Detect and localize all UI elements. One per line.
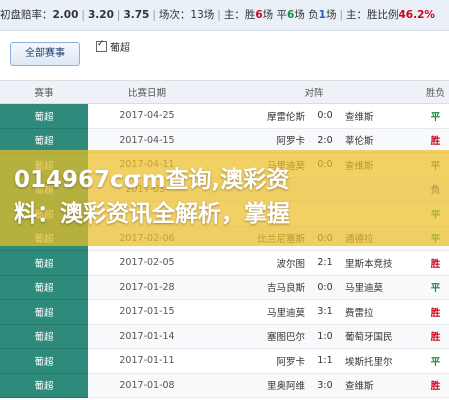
away-team-cell[interactable]: 费雷拉 [339,299,423,325]
date-cell: 2017-04-15 [88,128,206,153]
league-cell: 葡超 [0,324,88,349]
table-row[interactable]: 葡超 2017-01-28 吉马良斯 0:0 马里迪莫平 [0,275,449,300]
result-cell: 平 [422,348,449,374]
loss-unit: 场 [325,9,337,21]
header-result: 胜负 [422,80,449,104]
matches-unit: 场 [203,9,215,21]
draws-count: 6 [286,9,295,21]
home-team-cell[interactable]: 阿罗卡 [206,128,311,153]
score-cell: 1:0 [311,324,339,349]
result-cell: 平 [422,103,449,129]
banner-line-1: 014967cσm查询,澳彩资 [14,167,290,193]
home-team-cell[interactable]: 里奥阿维 [206,373,311,398]
league-cell: 葡超 [0,275,88,300]
date-cell: 2017-01-14 [88,324,206,349]
league-cell: 葡超 [0,128,88,153]
date-cell: 2017-04-25 [88,103,206,129]
league-filter-label: 葡超 [110,43,130,54]
table-row[interactable]: 葡超 2017-01-15 马里迪莫 3:1 费雷拉胜 [0,299,449,325]
odds-draw: 3.20 [87,9,114,21]
score-cell: 2:1 [311,250,339,276]
league-cell: 葡超 [0,373,88,398]
league-cell: 葡超 [0,103,88,129]
win-unit: 场 平 [262,9,287,21]
result-cell: 胜 [422,373,449,398]
date-cell: 2017-01-08 [88,373,206,398]
wins-count: 6 [255,9,263,21]
table-row[interactable]: 葡超 2017-04-25 摩雷伦斯 0:0 查维斯平 [0,103,449,129]
result-cell: 胜 [422,324,449,349]
table-header-row: 赛事 比赛日期 对阵 胜负 [0,80,449,104]
score-cell: 0:0 [311,275,339,300]
draw-unit: 场 负 [294,9,319,21]
home-team-cell[interactable]: 吉马良斯 [206,275,311,300]
score-cell: 2:0 [311,128,339,153]
away-team-cell[interactable]: 葡萄牙国民 [339,324,423,349]
date-cell: 2017-02-05 [88,250,206,276]
promo-banner-overlay[interactable]: 014967cσm查询,澳彩资 料：澳彩资讯全解析，掌握 [0,150,449,246]
matches-label: 场次： [158,9,191,21]
away-team-cell[interactable]: 莘伦斯 [339,128,423,153]
home-team-cell[interactable]: 波尔图 [206,250,311,276]
header-league: 赛事 [0,80,88,104]
ratio-label: 主：胜比例 [346,9,399,21]
league-cell: 葡超 [0,299,88,325]
result-cell: 胜 [422,250,449,276]
away-team-cell[interactable]: 查维斯 [339,103,423,129]
score-cell: 3:1 [311,299,339,325]
odds-summary-bar: 初盘赔率：2.00 | 3.20 | 3.75 | 场次：13场 | 主：胜6场 平6场 负1场… [0,0,449,31]
all-competitions-button[interactable]: 全部赛事 [10,42,80,66]
table-row[interactable]: 葡超 2017-04-15 阿罗卡 2:0 莘伦斯胜 [0,128,449,153]
result-cell: 胜 [422,299,449,325]
home-team-cell[interactable]: 摩雷伦斯 [206,103,311,129]
home-team-cell[interactable]: 马里迪莫 [206,299,311,325]
filter-bar: 全部赛事 葡超 [0,31,449,76]
header-matchup: 对阵 [206,80,423,104]
date-cell: 2017-01-15 [88,299,206,325]
win-ratio: 46.2% [398,9,435,21]
league-cell: 葡超 [0,250,88,276]
date-cell: 2017-01-28 [88,275,206,300]
table-row[interactable]: 葡超 2017-02-05 波尔图 2:1 里斯本竞技胜 [0,250,449,276]
away-team-cell[interactable]: 马里迪莫 [339,275,423,300]
away-team-cell[interactable]: 里斯本竞技 [339,250,423,276]
odds-away: 3.75 [123,9,150,21]
banner-line-2: 料：澳彩资讯全解析，掌握 [14,201,290,227]
losses-count: 1 [318,9,326,21]
league-filter-checkbox[interactable]: 葡超 [96,39,130,54]
matches-count: 13 [190,9,204,21]
score-cell: 1:1 [311,348,339,374]
table-row[interactable]: 葡超 2017-01-11 阿罗卡 1:1 埃斯托里尔平 [0,348,449,374]
table-row[interactable]: 葡超 2017-01-08 里奥阿维 3:0 查维斯胜 [0,373,449,398]
header-date: 比赛日期 [88,80,206,104]
away-team-cell[interactable]: 查维斯 [339,373,423,398]
home-team-cell[interactable]: 阿罗卡 [206,348,311,374]
record-label: 主：胜 [223,9,256,21]
checkbox-checked-icon[interactable] [96,39,107,52]
date-cell: 2017-01-11 [88,348,206,374]
odds-label: 初盘赔率： [0,9,53,21]
score-cell: 0:0 [311,103,339,129]
home-team-cell[interactable]: 塞图巴尔 [206,324,311,349]
odds-home: 2.00 [52,9,79,21]
away-team-cell[interactable]: 埃斯托里尔 [339,348,423,374]
result-cell: 胜 [422,128,449,153]
score-cell: 3:0 [311,373,339,398]
result-cell: 平 [422,275,449,300]
table-row[interactable]: 葡超 2017-01-14 塞图巴尔 1:0 葡萄牙国民胜 [0,324,449,349]
league-cell: 葡超 [0,348,88,374]
